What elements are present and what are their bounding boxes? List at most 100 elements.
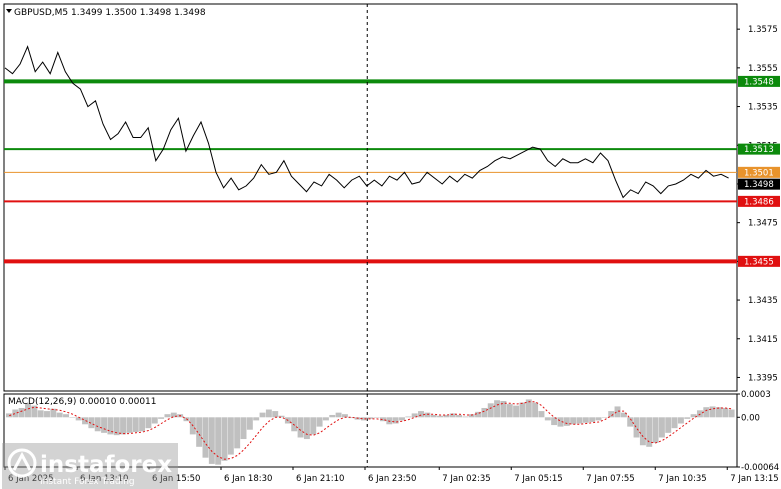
chart-background bbox=[0, 0, 781, 489]
price-tick-label: 1.3555 bbox=[748, 64, 778, 74]
macd-bar bbox=[12, 409, 19, 418]
macd-bar bbox=[18, 407, 25, 418]
macd-bar bbox=[208, 417, 215, 464]
macd-bar bbox=[608, 411, 615, 418]
macd-bar bbox=[158, 417, 165, 419]
time-tick-label: 7 Jan 07:55 bbox=[586, 474, 634, 484]
macd-bar bbox=[684, 417, 691, 419]
time-tick-label: 6 Jan 18:30 bbox=[224, 474, 272, 484]
macd-bar bbox=[322, 417, 329, 421]
macd-bar bbox=[430, 414, 437, 418]
price-tick-label: 1.3435 bbox=[748, 296, 778, 306]
macd-bar bbox=[151, 417, 158, 424]
macd-bar bbox=[126, 417, 133, 433]
price-tick-label: 1.3395 bbox=[748, 373, 778, 383]
macd-bar bbox=[633, 417, 640, 438]
watermark-logo: instaforex Instant Forex Trading bbox=[2, 443, 178, 489]
price-tick-label: 1.3575 bbox=[748, 25, 778, 35]
macd-bar bbox=[722, 407, 729, 418]
level-tag-label: 1.3501 bbox=[744, 168, 774, 178]
macd-bar bbox=[202, 417, 209, 458]
macd-bar bbox=[576, 417, 583, 424]
macd-bar bbox=[462, 416, 469, 418]
chart-title: GBPUSD,M5 1.3499 1.3500 1.3498 1.3498 bbox=[14, 8, 206, 18]
time-tick-label: 7 Jan 13:15 bbox=[730, 474, 778, 484]
macd-bar bbox=[240, 417, 247, 440]
macd-bar bbox=[69, 417, 76, 418]
macd-bar bbox=[506, 404, 513, 418]
macd-bar bbox=[665, 417, 672, 433]
macd-tick-label: 0.00 bbox=[741, 413, 760, 423]
macd-bar bbox=[221, 417, 228, 461]
macd-bar bbox=[519, 402, 526, 418]
macd-bar bbox=[101, 417, 108, 433]
level-tag-label: 1.3455 bbox=[744, 257, 774, 267]
macd-bar bbox=[94, 417, 101, 432]
macd-bar bbox=[563, 417, 570, 426]
macd-bar bbox=[601, 417, 608, 418]
macd-bar bbox=[297, 417, 304, 438]
macd-bar bbox=[639, 417, 646, 446]
macd-bar bbox=[329, 414, 336, 418]
macd-bar bbox=[44, 411, 50, 418]
macd-bar bbox=[544, 417, 551, 421]
macd-bar bbox=[671, 417, 678, 429]
macd-bar bbox=[589, 417, 596, 422]
macd-bar bbox=[37, 410, 44, 418]
macd-bar bbox=[303, 417, 310, 440]
macd-bar bbox=[63, 414, 69, 418]
macd-bar bbox=[132, 417, 139, 433]
macd-bar bbox=[227, 417, 234, 455]
macd-bar bbox=[335, 412, 342, 418]
macd-bar bbox=[494, 400, 501, 418]
level-tag-label: 1.3486 bbox=[744, 197, 774, 207]
macd-bar bbox=[487, 403, 494, 418]
macd-tick-label: 0.0003 bbox=[741, 390, 771, 400]
macd-bar bbox=[139, 417, 146, 432]
macd-bar bbox=[164, 414, 171, 418]
price-tick-label: 1.3475 bbox=[748, 219, 778, 229]
macd-bar bbox=[405, 416, 412, 418]
macd-bar bbox=[728, 409, 735, 418]
price-tick-label: 1.3415 bbox=[748, 335, 778, 345]
time-tick-label: 6 Jan 23:50 bbox=[368, 474, 416, 484]
macd-bar bbox=[246, 417, 253, 430]
time-tick-label: 7 Jan 05:15 bbox=[514, 474, 562, 484]
macd-bar bbox=[316, 417, 323, 427]
time-tick-label: 7 Jan 02:35 bbox=[442, 474, 490, 484]
macd-bar bbox=[234, 417, 241, 449]
macd-bar bbox=[50, 408, 57, 418]
price-tick-label: 1.3535 bbox=[748, 103, 778, 113]
macd-bar bbox=[418, 411, 424, 418]
macd-bar bbox=[392, 417, 399, 424]
macd-bar bbox=[437, 415, 443, 418]
time-tick-label: 6 Jan 21:10 bbox=[296, 474, 344, 484]
level-tag-label: 1.3548 bbox=[744, 77, 774, 87]
macd-bar bbox=[75, 417, 82, 421]
macd-bar bbox=[265, 409, 272, 418]
macd-bar bbox=[272, 411, 279, 418]
macd-bar bbox=[456, 414, 463, 418]
macd-bar bbox=[120, 417, 127, 435]
macd-bar bbox=[658, 417, 665, 438]
macd-bar bbox=[703, 407, 710, 418]
macd-bar bbox=[595, 417, 602, 421]
macd-bar bbox=[259, 412, 266, 418]
watermark-brand: instaforex bbox=[40, 452, 172, 478]
macd-bar bbox=[253, 417, 260, 421]
macd-bar bbox=[715, 407, 722, 418]
macd-bar bbox=[677, 417, 684, 424]
macd-bar bbox=[145, 417, 152, 429]
macd-bar bbox=[399, 417, 405, 421]
macd-bar bbox=[373, 417, 380, 418]
current-price-label: 1.3498 bbox=[744, 180, 774, 190]
chart: 1.35751.35551.35351.35151.34951.34751.34… bbox=[0, 0, 781, 489]
macd-bar bbox=[424, 412, 431, 418]
macd-bar bbox=[532, 402, 539, 418]
macd-bar bbox=[481, 407, 488, 418]
macd-bar bbox=[614, 406, 621, 418]
macd-tick-label: -0.00064 bbox=[741, 463, 779, 473]
macd-bar bbox=[709, 406, 716, 418]
macd-bar bbox=[627, 417, 634, 427]
macd-bar bbox=[310, 417, 317, 435]
